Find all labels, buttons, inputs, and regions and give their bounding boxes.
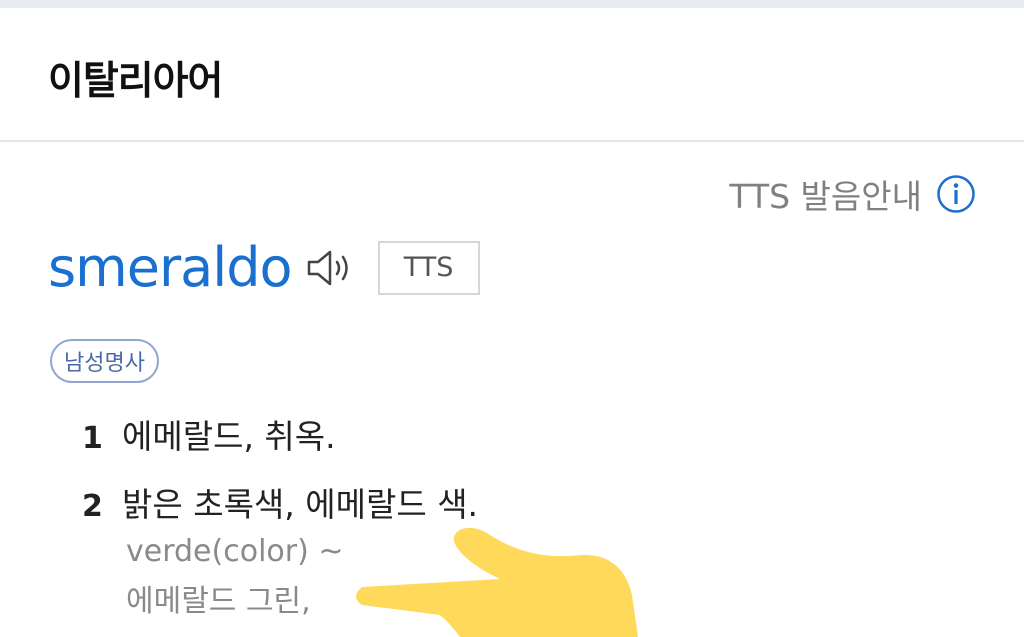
page-title: 이탈리아어 bbox=[48, 59, 223, 104]
sense-item: 1 에메랄드, 취옥. bbox=[82, 410, 336, 458]
entry-headword-row: smeraldo TTS bbox=[48, 236, 480, 299]
part-of-speech-badge: 남성명사 bbox=[50, 339, 159, 383]
sense-number: 2 bbox=[82, 489, 103, 524]
example-phrase: verde(color) ~ bbox=[126, 534, 344, 569]
example-translation: 에메랄드 그린, bbox=[126, 584, 311, 619]
sense-number: 1 bbox=[82, 421, 103, 456]
tts-button[interactable]: TTS bbox=[377, 240, 480, 295]
tts-guide-link[interactable]: TTS 발음안내 bbox=[729, 170, 976, 218]
info-icon bbox=[937, 175, 975, 213]
headword: smeraldo bbox=[48, 236, 293, 299]
tts-guide-label: TTS 발음안내 bbox=[729, 177, 922, 216]
page-header: 이탈리아어 bbox=[0, 8, 1024, 142]
speaker-icon[interactable] bbox=[306, 248, 358, 288]
pointing-hand-emoji bbox=[356, 527, 638, 637]
top-status-strip bbox=[0, 0, 1024, 8]
sense-text: 에메랄드, 취옥. bbox=[122, 417, 336, 456]
